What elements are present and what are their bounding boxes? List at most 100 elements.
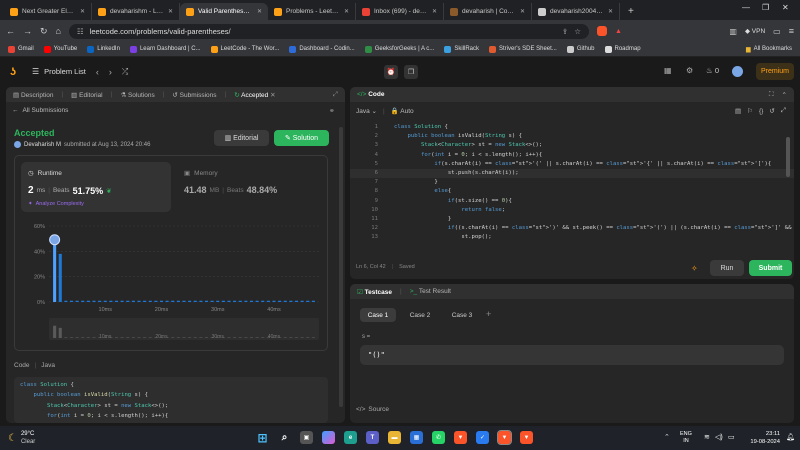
code-line[interactable]: 6 st.push(s.charAt(i)); [350, 168, 794, 179]
reload-icon[interactable]: ↻ [40, 26, 48, 37]
prev-problem-icon[interactable]: ‹ [96, 67, 99, 77]
start-icon[interactable]: ⊞ [256, 431, 269, 445]
collapse-icon[interactable]: ⌃ [782, 91, 787, 99]
code-line[interactable]: 9 if(st.size() == 0){ [350, 197, 794, 206]
share-icon[interactable]: ⇪ [562, 27, 568, 36]
chart-bar[interactable] [283, 300, 287, 302]
chart-bar[interactable] [199, 300, 203, 302]
editorial-button[interactable]: ▥ Editorial [214, 130, 269, 146]
brave-window-2-icon[interactable]: ▼ [520, 431, 533, 444]
submit-button[interactable]: Submit [749, 260, 792, 276]
code-area[interactable]: 1 class Solution {2 public boolean isVali… [350, 123, 794, 247]
chart-bar[interactable] [64, 300, 68, 302]
sidebar-icon[interactable]: ▥ [729, 27, 737, 36]
layout-icon[interactable]: ▦ [664, 66, 672, 75]
chart-bar[interactable] [131, 300, 135, 302]
browser-tab[interactable]: devaharish | CodeChef ✕ [444, 3, 532, 20]
chart-bar[interactable] [148, 300, 152, 302]
add-case-button[interactable]: + [486, 309, 491, 319]
bookmark-item[interactable]: Learn Dashboard | C... [129, 45, 201, 53]
chart-bar[interactable] [216, 300, 220, 302]
bookmark-icon[interactable]: ⚐ [747, 107, 753, 115]
battery-icon[interactable]: ▭ [728, 433, 735, 441]
fullscreen-icon[interactable]: ⛶ [769, 91, 774, 99]
settings-icon[interactable]: ⚙ [686, 66, 693, 75]
editor-scrollbar[interactable] [786, 137, 790, 177]
browser-tab[interactable]: Next Greater Element I ✕ [4, 3, 92, 20]
bookmark-item[interactable]: Gmail [8, 45, 34, 53]
run-button[interactable]: Run [710, 260, 744, 276]
task-view-icon[interactable]: ▣ [300, 431, 313, 444]
brave-icon[interactable]: ▼ [454, 431, 467, 444]
runtime-distribution-chart[interactable]: 60% 40% 20% 0% 10ms 20ms 30ms 40ms 10ms 20ms 30ms 4… [19, 220, 323, 348]
code-line[interactable]: 12 if((s.charAt(i) == class="st">')' && … [350, 224, 794, 233]
bookmark-item[interactable]: Github [566, 45, 595, 53]
code-line[interactable]: 1 class Solution { [350, 123, 794, 132]
browser-tab[interactable]: Problems - LeetCode ✕ [268, 3, 356, 20]
chart-bar[interactable] [244, 300, 248, 302]
chart-bar[interactable] [188, 300, 192, 302]
user-name[interactable]: Devaharish M [24, 142, 61, 148]
brave-rewards-icon[interactable]: ▲ [615, 28, 622, 35]
back-icon[interactable]: ← [6, 26, 15, 36]
chart-bar[interactable] [171, 300, 175, 302]
code-line[interactable]: 7 } [350, 178, 794, 187]
tab-testcase[interactable]: ☑ Testcase [357, 288, 392, 296]
memory-box[interactable]: ▣ Memory 41.48 MB | Beats 48.84% [178, 162, 324, 212]
note-icon[interactable]: ▤ [735, 107, 741, 115]
chart-bar[interactable] [233, 300, 237, 302]
tab-editorial[interactable]: ▥ Editorial [71, 91, 102, 99]
weather-widget[interactable]: ☾ 29°C Clear [8, 430, 35, 446]
code-line[interactable]: 11 } [350, 215, 794, 224]
store-icon[interactable]: ▦ [410, 431, 423, 444]
chart-bar[interactable] [300, 300, 304, 302]
browser-tab[interactable]: Valid Parentheses - ✕ [180, 3, 268, 20]
case-1-button[interactable]: Case 1 [360, 308, 396, 322]
chart-bar[interactable] [193, 300, 197, 302]
solution-button[interactable]: ✎ Solution [274, 130, 329, 146]
chart-bar[interactable] [92, 300, 96, 302]
chart-bar[interactable] [176, 300, 180, 302]
bookmark-item[interactable]: YouTube [43, 45, 77, 53]
case-2-button[interactable]: Case 2 [402, 308, 438, 322]
chart-bar[interactable] [249, 300, 254, 302]
expand-icon[interactable]: ⤢ [333, 91, 338, 99]
chart-bar[interactable] [75, 300, 79, 302]
bookmark-item[interactable]: SkillRack [444, 45, 479, 53]
close-tab-icon[interactable]: ✕ [520, 8, 525, 15]
language-select[interactable]: Java ⌄ [356, 107, 377, 115]
chart-bar[interactable] [86, 300, 90, 302]
chart-bar[interactable] [114, 300, 119, 302]
menu-icon[interactable]: ≡ [789, 26, 794, 36]
whatsapp-icon[interactable]: ✆ [432, 431, 445, 444]
clock[interactable]: 23:11 19-08-2024 [744, 430, 780, 446]
all-bookmarks-folder[interactable]: ▆ All Bookmarks [746, 46, 792, 53]
tab-accepted[interactable]: ↻ Accepted ✕ [234, 91, 275, 99]
autocomplete-toggle[interactable]: 🔒 Auto [391, 107, 414, 115]
chart-bar[interactable] [53, 243, 57, 302]
problem-list-button[interactable]: ☰ Problem List [32, 67, 86, 76]
close-window-icon[interactable]: ✕ [782, 3, 789, 12]
magic-wand-icon[interactable]: ✧ [691, 264, 698, 273]
volume-icon[interactable]: ◁) [715, 433, 723, 441]
file-explorer-icon[interactable]: ▬ [388, 431, 401, 444]
chart-bar[interactable] [272, 300, 276, 302]
chart-bar[interactable] [311, 300, 315, 302]
code-line[interactable]: 4 for(int i = 0; i < s.length(); i++){ [350, 151, 794, 160]
code-line[interactable]: 13 st.pop(); [350, 233, 794, 242]
chart-bar[interactable] [109, 300, 113, 302]
code-line[interactable]: 5 if(s.charAt(i) == class="st">'(' || s.… [350, 160, 794, 169]
maximize-icon[interactable]: ❐ [762, 3, 769, 12]
bookmark-item[interactable]: LinkedIn [87, 45, 120, 53]
shuffle-icon[interactable]: ⤮ [122, 67, 128, 77]
chart-bar[interactable] [120, 300, 124, 302]
next-problem-icon[interactable]: › [109, 67, 112, 77]
avatar[interactable] [732, 66, 743, 77]
bookmark-item[interactable]: LeetCode - The Wor... [210, 45, 279, 53]
site-info-icon[interactable]: ☷ [77, 27, 84, 36]
brave-window-icon[interactable]: ▼ [497, 430, 512, 445]
variable-input[interactable]: "()" [360, 345, 784, 365]
tab-submissions[interactable]: ↺ Submissions [172, 91, 216, 99]
bookmark-item[interactable]: Striver's SDE Sheet... [488, 45, 557, 53]
source-link[interactable]: </> Source [356, 406, 389, 413]
